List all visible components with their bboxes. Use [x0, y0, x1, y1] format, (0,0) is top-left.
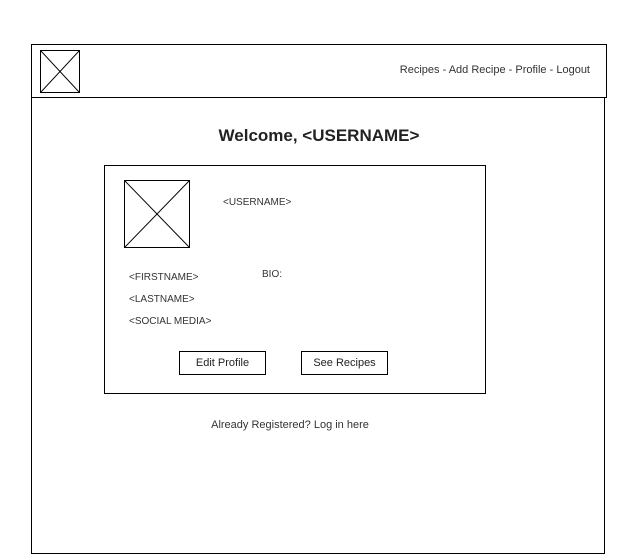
- login-link[interactable]: Already Registered? Log in here: [32, 419, 548, 431]
- nav-separator: -: [439, 64, 449, 76]
- nav-recipes-link[interactable]: Recipes: [400, 64, 440, 76]
- profile-username: <USERNAME>: [223, 197, 292, 208]
- page-frame: Recipes - Add Recipe - Profile - Logout …: [31, 44, 607, 554]
- nav-profile-link[interactable]: Profile: [515, 64, 546, 76]
- welcome-heading: Welcome, <USERNAME>: [218, 126, 420, 145]
- top-nav: Recipes - Add Recipe - Profile - Logout: [400, 64, 590, 76]
- nav-separator: -: [546, 64, 557, 76]
- header-bar: Recipes - Add Recipe - Profile - Logout: [31, 44, 607, 98]
- profile-lastname: <LASTNAME>: [129, 294, 195, 305]
- logo-placeholder-icon[interactable]: [40, 50, 80, 93]
- profile-bio-label: BIO:: [262, 269, 283, 280]
- nav-logout-link[interactable]: Logout: [556, 64, 590, 76]
- profile-firstname: <FIRSTNAME>: [129, 272, 199, 283]
- profile-card: <USERNAME> <FIRSTNAME> <LASTNAME> <SOCIA…: [104, 165, 486, 394]
- profile-social-media: <SOCIAL MEDIA>: [129, 316, 212, 327]
- nav-separator: -: [505, 64, 516, 76]
- avatar-placeholder-icon: [124, 180, 190, 248]
- see-recipes-button[interactable]: See Recipes: [301, 351, 388, 375]
- nav-add-recipe-link[interactable]: Add Recipe: [449, 64, 506, 76]
- edit-profile-button[interactable]: Edit Profile: [179, 351, 266, 375]
